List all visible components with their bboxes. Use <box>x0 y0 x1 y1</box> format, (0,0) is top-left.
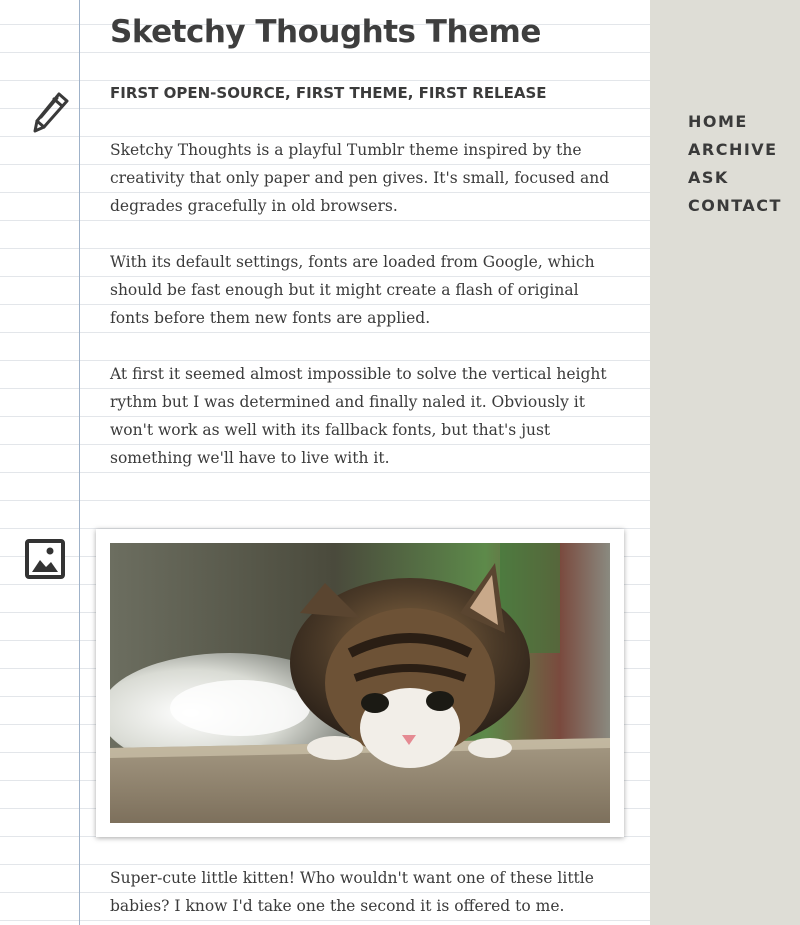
post-paragraph: At first it seemed almost impossible to … <box>110 365 607 467</box>
nav-ask-link[interactable]: ASK <box>688 164 782 192</box>
margin-line <box>79 0 80 925</box>
post-paragraph: With its default settings, fonts are loa… <box>110 253 595 327</box>
post-paragraph: Sketchy Thoughts is a playful Tumblr the… <box>110 141 610 215</box>
photo-frame <box>96 529 624 837</box>
post-subtitle: FIRST OPEN-SOURCE, FIRST THEME, FIRST RE… <box>110 84 547 102</box>
kitten-photo[interactable] <box>110 543 610 823</box>
photo-caption: Super-cute little kitten! Who wouldn't w… <box>110 869 594 915</box>
sidebar: HOME ARCHIVE ASK CONTACT <box>650 0 800 925</box>
post-title[interactable]: Sketchy Thoughts Theme <box>110 14 541 50</box>
pencil-icon[interactable] <box>30 90 70 134</box>
nav-archive-link[interactable]: ARCHIVE <box>688 136 782 164</box>
photo-icon[interactable] <box>24 538 66 580</box>
nav-contact-link[interactable]: CONTACT <box>688 192 782 220</box>
main-nav: HOME ARCHIVE ASK CONTACT <box>688 108 782 220</box>
nav-home-link[interactable]: HOME <box>688 108 782 136</box>
